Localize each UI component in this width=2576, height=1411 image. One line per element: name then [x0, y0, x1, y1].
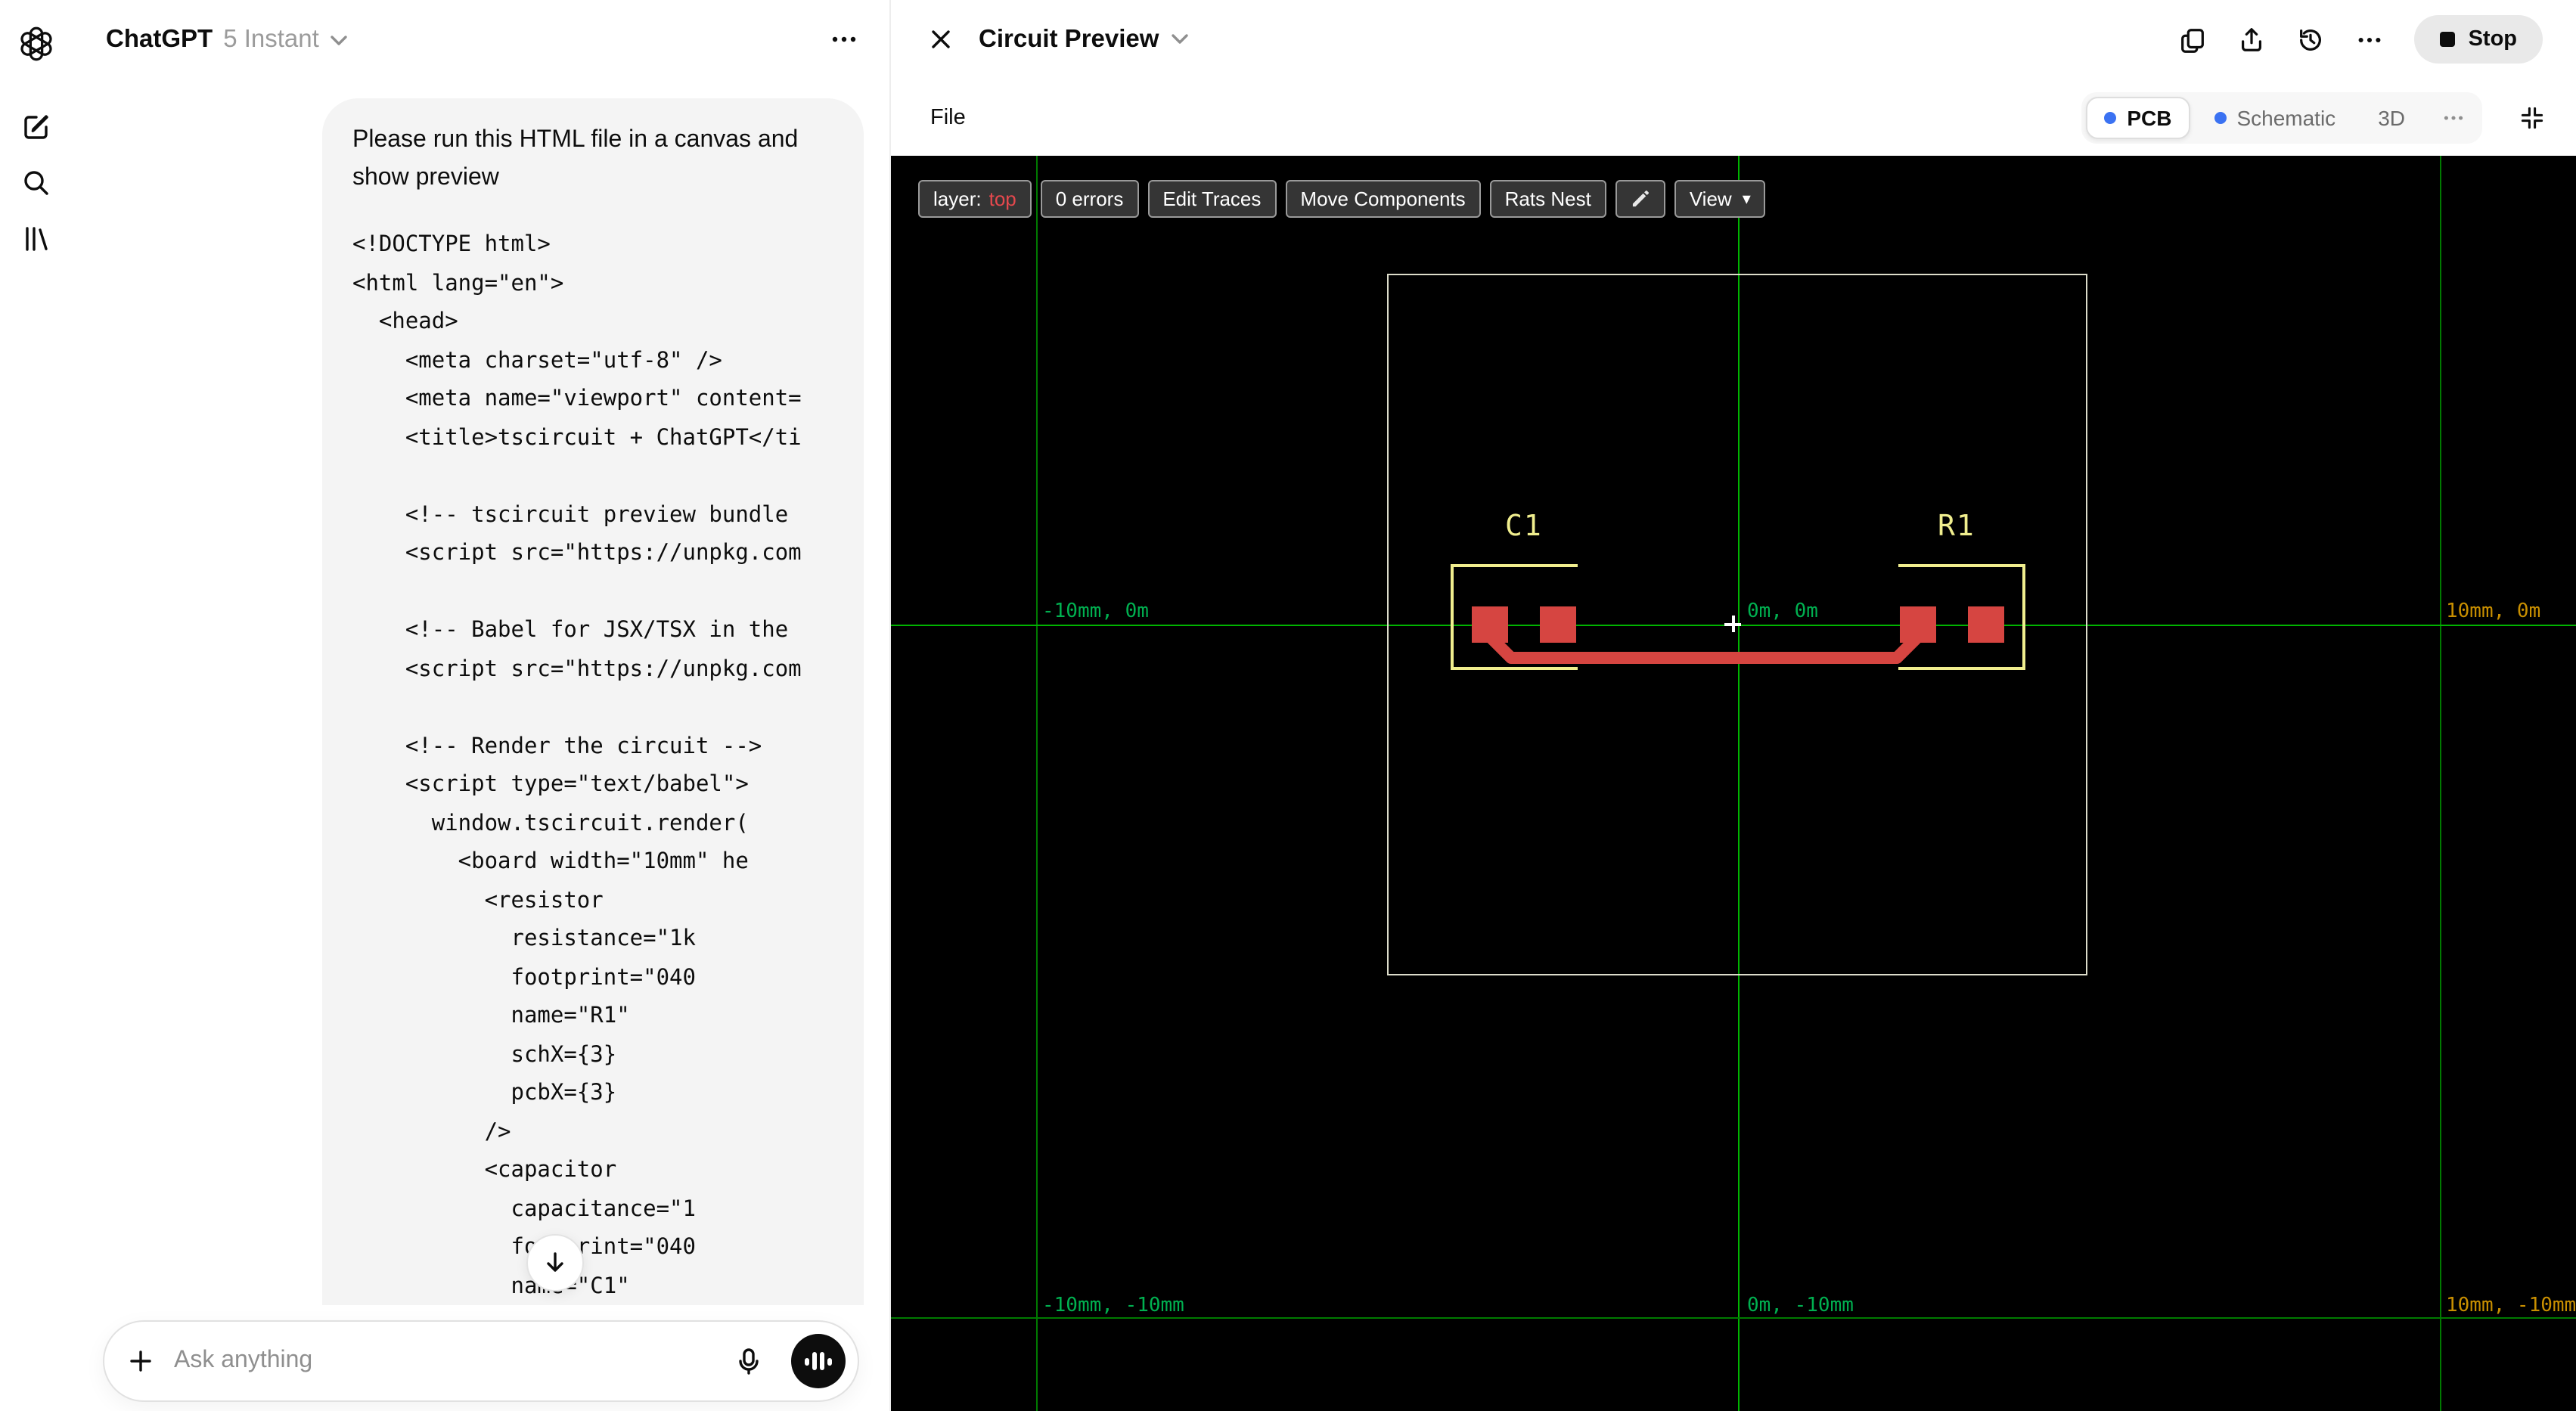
view-dropdown-button[interactable]: View: [1674, 180, 1766, 218]
chevron-down-icon: [331, 35, 347, 45]
canvas-actions: Stop: [2178, 15, 2543, 64]
view-label: View: [1689, 188, 1732, 210]
pad: [1540, 606, 1576, 643]
pencil-icon: [1632, 191, 1649, 207]
library-icon[interactable]: [11, 213, 62, 265]
coord-label: 0m, -10mm: [1747, 1295, 1854, 1317]
chat-header: ChatGPT 5 Instant: [73, 0, 889, 79]
microphone-icon: [739, 1348, 759, 1375]
tab-3d[interactable]: 3D: [2360, 96, 2423, 138]
dictate-button[interactable]: [722, 1334, 776, 1388]
errors-label: 0 errors: [1055, 188, 1124, 210]
pad: [1472, 606, 1508, 643]
move-components-label: Move Components: [1300, 188, 1466, 210]
new-chat-icon[interactable]: [11, 101, 62, 153]
canvas-panel: Circuit Preview Stop File PCB Schematic …: [889, 0, 2576, 1411]
canvas-menubar: File PCB Schematic 3D: [891, 79, 2576, 156]
user-message-text: Please run this HTML file in a canvas an…: [352, 127, 799, 191]
rats-nest-button[interactable]: Rats Nest: [1489, 180, 1606, 218]
coord-label: 10mm, -10mm: [2446, 1295, 2576, 1317]
chevron-down-icon: [1172, 34, 1189, 44]
coord-label: -10mm, 0m: [1042, 600, 1149, 623]
status-dot-icon: [2214, 111, 2227, 123]
stop-square-icon: [2439, 32, 2455, 47]
user-message-bubble: Please run this HTML file in a canvas an…: [322, 98, 864, 1411]
coord-label: 0m, 0m: [1747, 600, 1818, 623]
openai-logo-icon[interactable]: [11, 18, 62, 70]
layer-value: top: [989, 188, 1016, 210]
search-icon[interactable]: [11, 157, 62, 209]
user-message-code: <!DOCTYPE html> <html lang="en"> <head> …: [352, 233, 802, 1375]
coord-label: -10mm, -10mm: [1042, 1295, 1184, 1317]
layer-label: layer:: [933, 188, 982, 210]
edit-traces-label: Edit Traces: [1162, 188, 1262, 210]
fullscreen-icon[interactable]: [2519, 104, 2546, 131]
coord-label: 10mm, 0m: [2446, 600, 2541, 623]
pad: [1968, 606, 2004, 643]
canvas-header: Circuit Preview Stop: [891, 0, 2576, 79]
scroll-to-bottom-button[interactable]: [526, 1234, 584, 1292]
cursor-crosshair-icon: [1724, 616, 1741, 632]
pencil-tool-button[interactable]: [1615, 180, 1665, 218]
stop-label: Stop: [2468, 27, 2517, 51]
attach-plus-icon[interactable]: [126, 1346, 156, 1376]
history-icon[interactable]: [2296, 25, 2325, 54]
tab-schematic[interactable]: Schematic: [2196, 96, 2354, 138]
model-switcher[interactable]: ChatGPT 5 Instant: [106, 25, 348, 54]
chat-panel: ChatGPT 5 Instant Please run this HTML f…: [73, 0, 889, 1411]
rats-nest-label: Rats Nest: [1504, 188, 1591, 210]
errors-button[interactable]: 0 errors: [1040, 180, 1139, 218]
tab-pcb-label: PCB: [2127, 105, 2172, 129]
component-label: R1: [1938, 510, 1975, 543]
view-tabs: PCB Schematic 3D: [2081, 91, 2482, 143]
app-title: ChatGPT: [106, 25, 213, 52]
tabs-more-icon[interactable]: [2429, 96, 2478, 138]
model-name: 5 Instant: [223, 25, 319, 52]
waveform-icon: [805, 1352, 832, 1370]
tab-pcb[interactable]: PCB: [2086, 96, 2190, 138]
move-components-button[interactable]: Move Components: [1285, 180, 1481, 218]
left-rail: [0, 0, 73, 1411]
pcb-viewport[interactable]: C1 R1 -10mm, 0m 0m, 0m 10mm, 0m -10mm, -…: [891, 156, 2576, 1411]
voice-mode-button[interactable]: [791, 1334, 846, 1388]
status-dot-icon: [2104, 111, 2117, 123]
tab-3d-label: 3D: [2378, 105, 2405, 129]
arrow-down-icon: [547, 1252, 563, 1272]
close-icon[interactable]: [927, 26, 954, 53]
more-options-icon[interactable]: [2355, 25, 2384, 54]
copy-icon[interactable]: [2178, 25, 2207, 54]
app-window: ChatGPT 5 Instant Please run this HTML f…: [0, 0, 2576, 1411]
composer-pill[interactable]: [103, 1320, 859, 1402]
view-switcher: PCB Schematic 3D: [2081, 91, 2546, 143]
copper-trace: [1484, 608, 1924, 664]
chat-input[interactable]: [171, 1346, 706, 1376]
chat-options-icon[interactable]: [829, 24, 859, 54]
layer-selector-button[interactable]: layer: top: [918, 180, 1032, 218]
file-menu[interactable]: File: [930, 105, 966, 129]
tab-schematic-label: Schematic: [2236, 105, 2336, 129]
pcb-toolbar: layer: top 0 errors Edit Traces Move Com…: [918, 180, 1766, 218]
stop-button[interactable]: Stop: [2413, 15, 2543, 64]
canvas-title: Circuit Preview: [979, 25, 1159, 52]
component-label: C1: [1505, 510, 1543, 543]
pad: [1900, 606, 1936, 643]
composer-bar: [73, 1305, 889, 1411]
edit-traces-button[interactable]: Edit Traces: [1147, 180, 1277, 218]
chat-scroll-area[interactable]: Please run this HTML file in a canvas an…: [73, 79, 889, 1411]
canvas-title-dropdown[interactable]: Circuit Preview: [979, 25, 1189, 54]
share-icon[interactable]: [2237, 25, 2266, 54]
